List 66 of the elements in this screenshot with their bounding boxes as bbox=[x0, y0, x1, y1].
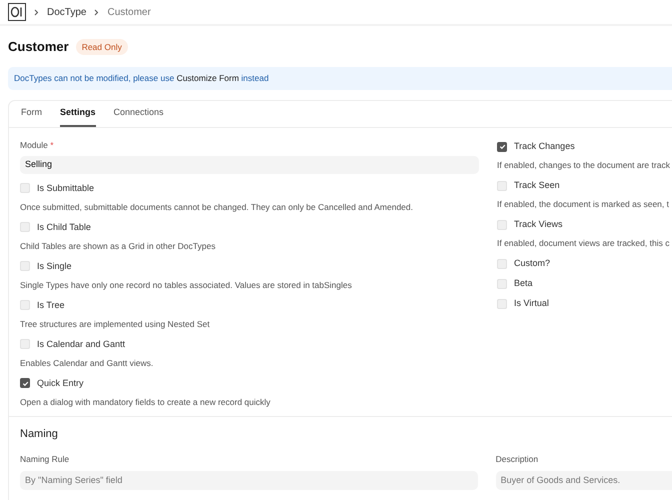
field-description: If enabled, the document is marked as seen, t bbox=[497, 199, 670, 210]
checkbox-label: Track Views bbox=[514, 219, 563, 230]
checkbox-label: Custom? bbox=[514, 258, 550, 269]
checkbox-label: Beta bbox=[514, 278, 533, 289]
checkbox[interactable] bbox=[20, 261, 30, 272]
checkbox[interactable] bbox=[497, 220, 507, 230]
checkbox-row[interactable]: Quick Entry bbox=[20, 378, 479, 389]
checkbox-label: Is Virtual bbox=[514, 298, 549, 309]
chevron-right-icon bbox=[34, 8, 39, 16]
field-description: Open a dialog with mandatory fields to create a new record quickly bbox=[20, 396, 272, 408]
section-heading: Naming bbox=[20, 426, 59, 442]
checkbox-row[interactable]: Is Submittable bbox=[20, 182, 479, 194]
field-description: Single Types have only one record no tables associated. Values are stored in tabSingles bbox=[20, 280, 353, 291]
field-description: Once submitted, submittable documents cannot be changed. They can only be Cancelled and Amended. bbox=[20, 202, 414, 213]
banner-message: DocTypes can not be modified, please use Customize Form instead bbox=[14, 72, 269, 85]
breadcrumb-link[interactable]: Customer bbox=[107, 4, 151, 20]
checkbox-row[interactable]: Is Single bbox=[20, 260, 479, 272]
page-title: Customer bbox=[8, 38, 69, 56]
field-description: Tree structures are implemented using Nested Set bbox=[20, 318, 211, 330]
checkbox-row[interactable]: Track Changes bbox=[497, 141, 670, 152]
checkbox-label: Track Changes bbox=[514, 141, 575, 152]
tab[interactable]: Form bbox=[21, 101, 42, 127]
checkbox[interactable] bbox=[497, 258, 507, 268]
checkbox-label: Is Submittable bbox=[37, 182, 94, 194]
module-field[interactable]: Selling bbox=[20, 156, 479, 174]
checkbox-row[interactable]: Custom? bbox=[497, 258, 670, 269]
checkbox-label: Is Child Table bbox=[37, 222, 91, 233]
check-icon bbox=[22, 380, 28, 387]
description-field[interactable]: Buyer of Goods and Services. bbox=[496, 471, 672, 490]
field-description: If enabled, document views are tracked, this c bbox=[497, 238, 670, 249]
checkbox-label: Is Tree bbox=[37, 300, 65, 311]
check-icon bbox=[498, 143, 506, 150]
checkbox[interactable] bbox=[497, 142, 507, 152]
checkbox[interactable] bbox=[20, 300, 30, 310]
checkbox[interactable] bbox=[497, 298, 507, 308]
checkbox-label: Is Calendar and Gantt bbox=[37, 338, 126, 350]
tab[interactable]: Settings bbox=[60, 101, 96, 127]
checkbox[interactable] bbox=[497, 278, 507, 288]
breadcrumb-link[interactable]: DocType bbox=[47, 4, 86, 20]
checkbox-row[interactable]: Is Virtual bbox=[497, 298, 670, 309]
checkbox-row[interactable]: Is Tree bbox=[20, 300, 479, 311]
checkbox-row[interactable]: Track Seen bbox=[497, 180, 670, 191]
checkbox-label: Is Single bbox=[37, 260, 72, 272]
checkbox[interactable] bbox=[20, 222, 30, 232]
field-label: Module * bbox=[20, 139, 55, 152]
checkbox[interactable] bbox=[497, 180, 507, 190]
checkbox[interactable] bbox=[20, 183, 30, 194]
tab[interactable]: Connections bbox=[114, 101, 164, 127]
checkbox[interactable] bbox=[20, 378, 30, 388]
checkbox-row[interactable]: Beta bbox=[497, 278, 670, 289]
checkbox-row[interactable]: Is Calendar and Gantt bbox=[20, 338, 479, 350]
chevron-right-icon bbox=[94, 8, 100, 16]
checkbox-row[interactable]: Is Child Table bbox=[20, 222, 479, 233]
status-badge: Read Only bbox=[76, 38, 128, 56]
field-label: Naming Rule bbox=[20, 453, 70, 466]
field-label: Description bbox=[496, 453, 540, 466]
field-description: Enables Calendar and Gantt views. bbox=[20, 358, 154, 369]
naming-rule-field[interactable]: By "Naming Series" field bbox=[20, 471, 478, 490]
checkbox-label: Track Seen bbox=[514, 180, 560, 191]
checkbox[interactable] bbox=[20, 339, 30, 350]
app-logo-icon[interactable] bbox=[8, 3, 26, 21]
field-description: If enabled, changes to the document are track bbox=[497, 160, 670, 171]
customize-form-link[interactable]: Customize Form bbox=[176, 73, 239, 84]
field-description: Child Tables are shown as a Grid in other DocTypes bbox=[20, 240, 216, 252]
checkbox-row[interactable]: Track Views bbox=[497, 219, 670, 230]
checkbox-label: Quick Entry bbox=[37, 378, 84, 389]
